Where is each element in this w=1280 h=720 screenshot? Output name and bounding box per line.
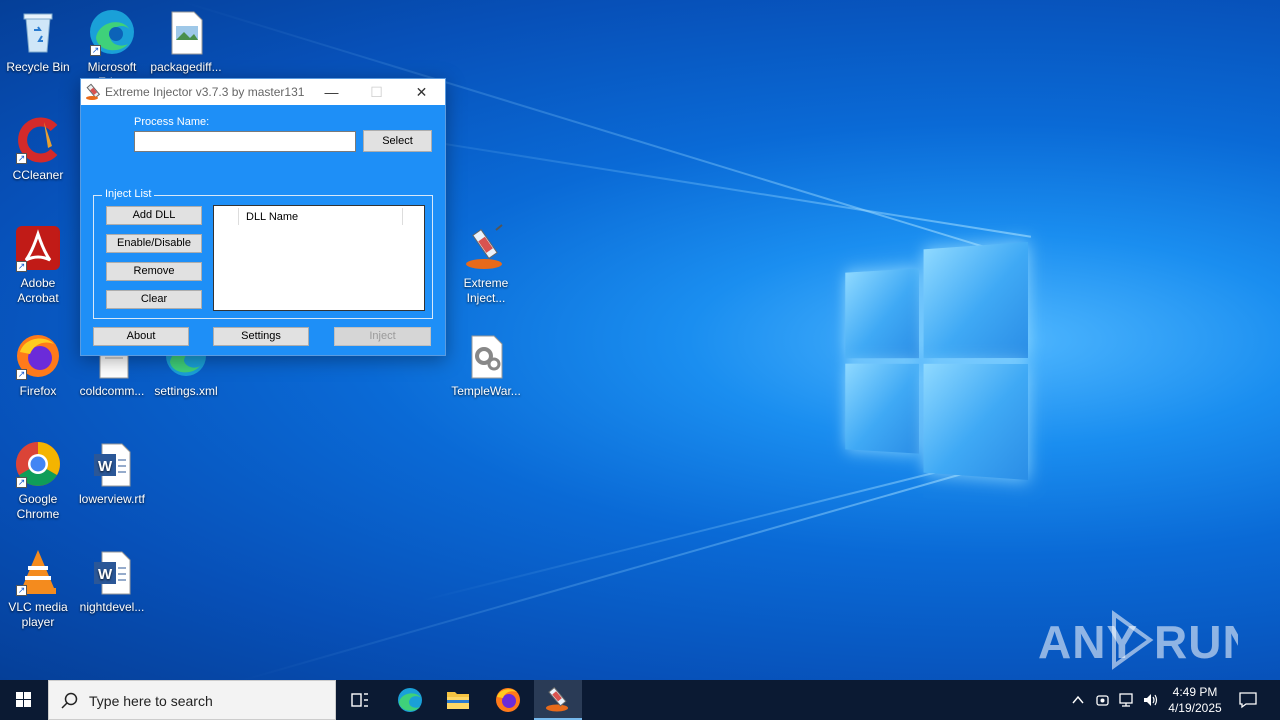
extreme-injector-window: Extreme Injector v3.7.3 by master131 — ☐… <box>80 78 446 356</box>
desktop-icon-label: packagediff... <box>150 60 222 74</box>
taskbar-search-box[interactable]: Type here to search <box>48 680 336 720</box>
word-doc-icon: W <box>88 548 136 596</box>
desktop-icon-label: lowerview.rtf <box>78 492 146 506</box>
desktop-icon-recycle-bin[interactable]: Recycle Bin <box>0 8 76 75</box>
windows-start-icon <box>16 692 31 707</box>
task-view-button[interactable] <box>336 680 384 720</box>
svg-text:W: W <box>98 458 113 475</box>
edge-icon <box>398 688 422 712</box>
about-button[interactable]: About <box>93 327 189 346</box>
desktop-icon-templewar[interactable]: TempleWar... <box>448 332 524 399</box>
word-doc-icon: W <box>88 440 136 488</box>
anyrun-watermark: ANY RUN <box>1038 608 1256 672</box>
search-icon <box>61 692 78 709</box>
desktop: Recycle Bin ↗ Microsoft Edge packagediff… <box>0 0 1280 680</box>
desktop-icon-label: Extreme Inject... <box>463 276 509 305</box>
desktop-icon-ccleaner[interactable]: ↗ CCleaner <box>0 116 76 183</box>
desktop-icon-label: Adobe Acrobat <box>17 276 59 305</box>
taskbar-file-explorer[interactable] <box>434 680 482 720</box>
light-beam <box>239 459 1010 680</box>
enable-disable-button[interactable]: Enable/Disable <box>106 234 202 253</box>
ccleaner-icon: ↗ <box>14 116 62 164</box>
acrobat-icon: ↗ <box>14 224 62 272</box>
desktop-icon-vlc[interactable]: ↗ VLC media player <box>0 548 76 630</box>
desktop-icon-acrobat[interactable]: ↗ Adobe Acrobat <box>0 224 76 306</box>
minimize-button[interactable]: — <box>309 79 354 105</box>
chevron-up-icon[interactable] <box>1070 692 1086 708</box>
syringe-icon <box>462 224 510 272</box>
window-title: Extreme Injector v3.7.3 by master131 <box>105 85 305 99</box>
taskbar-edge[interactable] <box>386 680 434 720</box>
clock-time: 4:49 PM <box>1172 685 1218 699</box>
firefox-icon: ↗ <box>14 332 62 380</box>
inject-button[interactable]: Inject <box>334 327 431 346</box>
desktop-icon-lowerview[interactable]: W lowerview.rtf <box>74 440 150 507</box>
svg-text:W: W <box>98 566 113 583</box>
desktop-icon-label: VLC media player <box>8 600 68 629</box>
syringe-icon <box>85 83 103 101</box>
process-name-input[interactable] <box>134 131 356 152</box>
dll-list-header[interactable]: DLL Name <box>214 206 424 226</box>
desktop-icon-label: CCleaner <box>12 168 64 182</box>
edge-icon: ↗ <box>88 8 136 56</box>
task-view-icon <box>351 693 368 707</box>
chrome-icon: ↗ <box>14 440 62 488</box>
meet-now-icon[interactable] <box>1094 691 1112 709</box>
settings-button[interactable]: Settings <box>213 327 309 346</box>
add-dll-button[interactable]: Add DLL <box>106 206 202 225</box>
taskbar-clock[interactable]: 4:49 PM 4/19/2025 <box>1160 684 1230 716</box>
dll-name-column[interactable]: DLL Name <box>246 211 298 223</box>
remove-button[interactable]: Remove <box>106 262 202 281</box>
start-button[interactable] <box>0 680 48 720</box>
clock-date: 4/19/2025 <box>1168 701 1222 715</box>
network-icon[interactable] <box>1118 691 1136 709</box>
firefox-icon <box>496 688 520 712</box>
maximize-button[interactable]: ☐ <box>354 79 399 105</box>
desktop-icon-packagediff[interactable]: packagediff... <box>148 8 224 75</box>
syringe-icon <box>546 686 568 712</box>
inject-list-group: Inject List Add DLL Enable/Disable Remov… <box>93 188 433 319</box>
notifications-icon[interactable] <box>1238 690 1258 710</box>
taskbar-extreme-injector[interactable] <box>534 680 582 720</box>
taskbar: Type here to search 4:49 PM 4/19/2025 <box>0 680 1280 720</box>
desktop-icon-extreme-injector[interactable]: Extreme Inject... <box>448 224 524 306</box>
inject-list-label: Inject List <box>102 188 155 200</box>
desktop-icon-label: TempleWar... <box>451 384 521 398</box>
dll-list[interactable]: DLL Name <box>213 205 425 311</box>
process-name-label: Process Name: <box>134 116 210 128</box>
desktop-icon-nightdevel[interactable]: W nightdevel... <box>74 548 150 615</box>
desktop-icon-label: Firefox <box>19 384 57 398</box>
recycle-bin-icon <box>14 8 62 56</box>
taskbar-firefox[interactable] <box>484 680 532 720</box>
desktop-icon-chrome[interactable]: ↗ Google Chrome <box>0 440 76 522</box>
search-placeholder: Type here to search <box>89 693 213 709</box>
desktop-icon-label: Recycle Bin <box>6 60 70 74</box>
image-file-icon <box>162 8 210 56</box>
vlc-icon: ↗ <box>14 548 62 596</box>
folder-icon <box>447 692 469 709</box>
close-button[interactable]: ✕ <box>399 79 444 105</box>
svg-text:RUN: RUN <box>1154 616 1238 668</box>
desktop-icon-label: settings.xml <box>154 384 218 398</box>
window-titlebar[interactable]: Extreme Injector v3.7.3 by master131 — ☐… <box>81 79 445 105</box>
desktop-icon-label: Google Chrome <box>16 492 60 521</box>
desktop-icon-firefox[interactable]: ↗ Firefox <box>0 332 76 399</box>
desktop-icon-label: nightdevel... <box>79 600 145 614</box>
desktop-icon-label: coldcomm... <box>79 384 145 398</box>
volume-icon[interactable] <box>1142 691 1160 709</box>
windows-logo <box>845 242 1028 480</box>
clear-button[interactable]: Clear <box>106 290 202 309</box>
settings-file-icon <box>462 332 510 380</box>
select-button[interactable]: Select <box>363 130 432 152</box>
